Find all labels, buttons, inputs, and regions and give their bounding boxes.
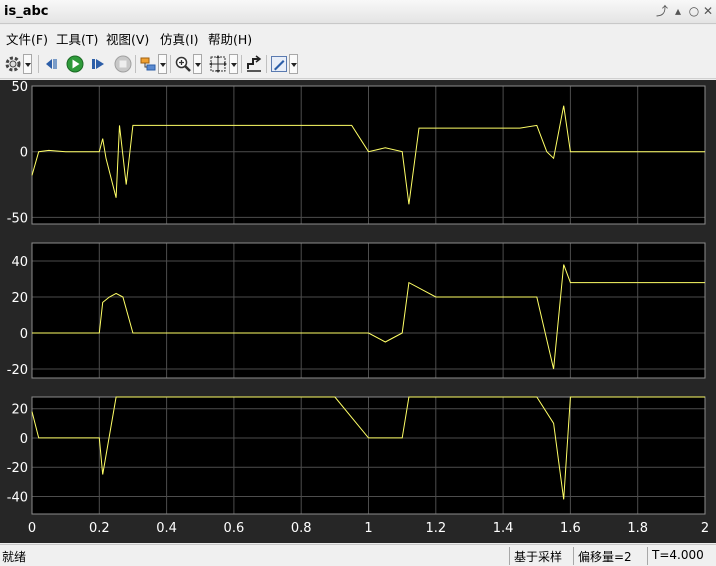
toolbar-separator — [38, 55, 39, 73]
window-titlebar: is_abc ⤴ ▴ ○ ✕ — [0, 0, 716, 24]
style-icon — [271, 56, 287, 72]
autoscale-dropdown-icon[interactable] — [229, 54, 238, 74]
cursor-icon — [247, 55, 262, 72]
style-dropdown-icon[interactable] — [289, 54, 298, 74]
y-tick-label: 20 — [11, 403, 28, 418]
x-tick-label: 0.4 — [156, 521, 177, 536]
y-tick-label: -40 — [7, 490, 28, 505]
y-tick-label: -20 — [7, 461, 28, 476]
style-button[interactable] — [270, 54, 298, 74]
y-tick-label: 20 — [11, 291, 28, 306]
x-tick-label: 2 — [701, 521, 709, 536]
step-back-icon — [46, 59, 57, 69]
run-button[interactable] — [65, 54, 85, 74]
x-tick-label: 1.8 — [627, 521, 648, 536]
y-tick-label: 0 — [20, 146, 28, 161]
autoscale-icon — [209, 55, 227, 73]
zoom-dropdown-icon[interactable] — [193, 54, 202, 74]
status-time: T=4.000 — [652, 548, 704, 562]
toolbar-separator — [135, 55, 136, 73]
gear-icon — [5, 56, 21, 72]
menu-file[interactable]: 文件(F) — [6, 29, 48, 48]
y-tick-label: 40 — [11, 255, 28, 270]
x-tick-label: 1.2 — [425, 521, 446, 536]
statusbar: 就绪 基于采样 偏移量=2 T=4.000 — [0, 544, 716, 566]
menu-simulation[interactable]: 仿真(I) — [160, 29, 198, 48]
undock-icon[interactable]: ▴ — [670, 3, 686, 19]
y-tick-label: 0 — [20, 432, 28, 447]
status-divider — [509, 547, 510, 565]
x-tick-label: 0 — [28, 521, 36, 536]
step-forward-button[interactable] — [89, 54, 107, 74]
step-forward-icon — [92, 59, 104, 69]
x-tick-label: 0.2 — [89, 521, 110, 536]
menu-help[interactable]: 帮助(H) — [208, 29, 252, 48]
window-title: is_abc — [4, 4, 49, 19]
step-back-button[interactable] — [43, 54, 61, 74]
menubar: 文件(F) 工具(T) 视图(V) 仿真(I) 帮助(H) — [0, 25, 716, 49]
scope-axes-2[interactable]: 40 20 0 -20 — [7, 242, 706, 379]
toolbar-separator — [266, 55, 267, 73]
zoom-button[interactable] — [174, 54, 202, 74]
cursor-button[interactable] — [245, 54, 263, 74]
x-tick-label: 0.6 — [224, 521, 245, 536]
highlight-button[interactable] — [139, 54, 167, 74]
zoom-icon — [175, 56, 191, 72]
x-tick-label: 1 — [364, 521, 372, 536]
x-tick-label: 1.6 — [560, 521, 581, 536]
status-divider — [647, 547, 648, 565]
run-icon — [66, 55, 84, 73]
x-tick-label: 0.8 — [291, 521, 312, 536]
x-tick-label: 1.4 — [493, 521, 514, 536]
status-ready: 就绪 — [2, 550, 27, 564]
status-divider — [573, 547, 574, 565]
menu-tools[interactable]: 工具(T) — [56, 29, 98, 48]
toolbar-separator — [241, 55, 242, 73]
y-tick-label: 50 — [11, 80, 28, 95]
scope-plots[interactable]: 50 0 -50 40 20 0 -20 20 0 -20 -40 0 0.2 0.4 0.6 0.8 1 1.2… — [0, 80, 716, 543]
settings-dropdown-icon[interactable] — [23, 54, 32, 74]
autoscale-button[interactable] — [208, 54, 238, 74]
toolbar-separator — [170, 55, 171, 73]
y-tick-label: -50 — [7, 211, 28, 226]
stop-icon — [114, 55, 132, 73]
menu-view[interactable]: 视图(V) — [106, 29, 149, 48]
toolbar — [0, 49, 716, 79]
highlight-icon — [140, 57, 156, 71]
scope-plot-area: 50 0 -50 40 20 0 -20 20 0 -20 -40 0 0.2 0.4 0.6 0.8 1 1.2… — [0, 80, 716, 543]
status-sample-mode: 基于采样 — [514, 550, 563, 564]
y-tick-label: -20 — [7, 363, 28, 378]
pin-icon[interactable]: ⤴ — [654, 3, 670, 19]
status-offset: 偏移量=2 — [578, 550, 632, 564]
scope-axes-3[interactable]: 20 0 -20 -40 0 0.2 0.4 0.6 0.8 1 1.2 1.4 1.6 1.8 2 — [7, 396, 709, 536]
stop-button[interactable] — [113, 54, 133, 74]
highlight-dropdown-icon[interactable] — [158, 54, 167, 74]
close-icon[interactable]: ✕ — [700, 3, 716, 19]
scope-axes-1[interactable]: 50 0 -50 — [7, 80, 706, 226]
settings-button[interactable] — [4, 54, 32, 74]
y-tick-label: 0 — [20, 327, 28, 342]
